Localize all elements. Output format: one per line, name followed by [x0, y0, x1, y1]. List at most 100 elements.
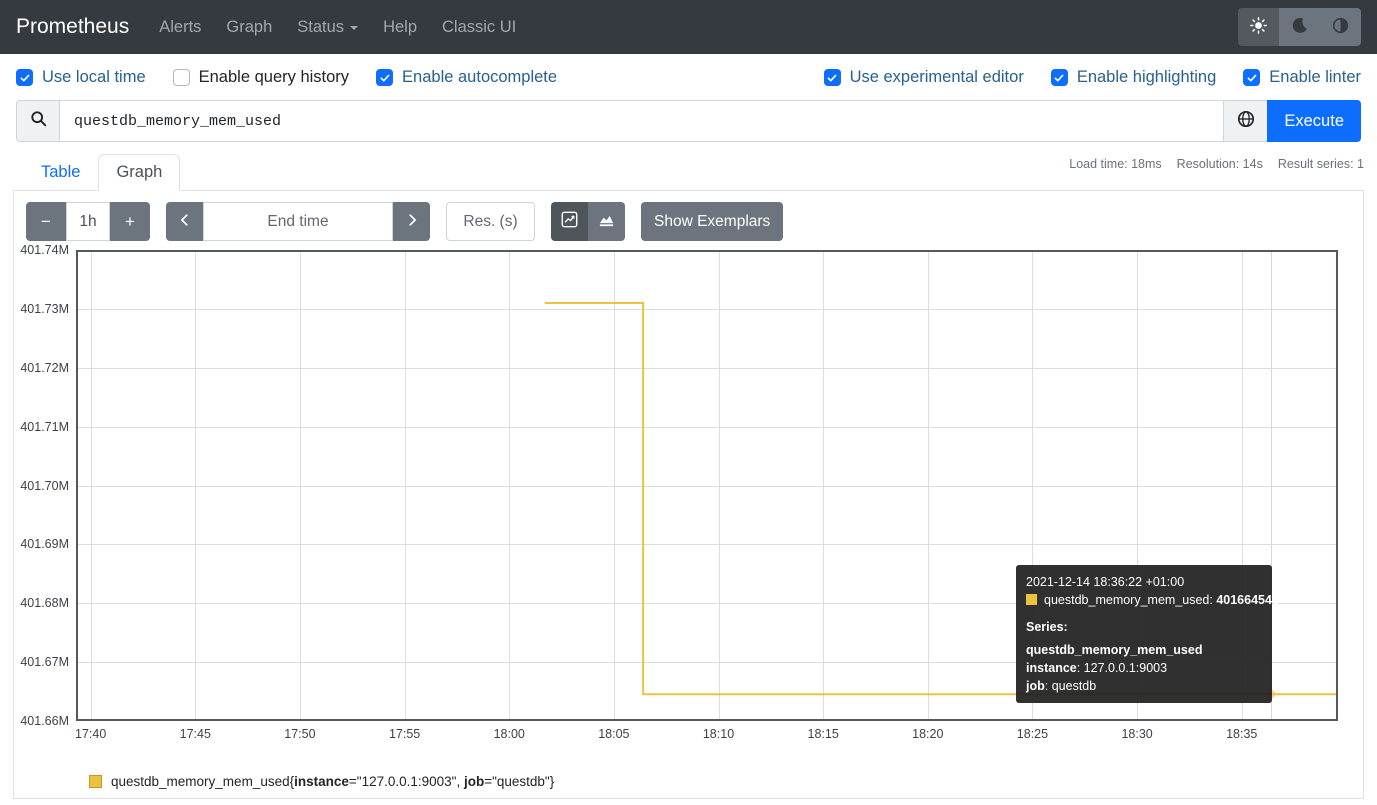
chart-type-toggle	[551, 202, 625, 241]
y-tick-label: 401.66M	[20, 714, 69, 728]
legend-item[interactable]: questdb_memory_mem_used{instance="127.0.…	[89, 774, 1351, 799]
y-tick-label: 401.72M	[20, 361, 69, 375]
nav-item-classic-ui[interactable]: Classic UI	[442, 18, 516, 37]
y-tick-label: 401.68M	[20, 596, 69, 610]
y-tick-label: 401.67M	[20, 655, 69, 669]
y-tick-label: 401.71M	[20, 420, 69, 434]
y-tick-label: 401.70M	[20, 479, 69, 493]
line-chart-button[interactable]	[551, 202, 588, 241]
show-exemplars-button[interactable]: Show Exemplars	[641, 202, 783, 241]
checkbox-label: Enable autocomplete	[402, 68, 557, 87]
moon-icon	[1291, 17, 1308, 37]
x-tick-label: 18:30	[1121, 727, 1152, 741]
settings-row: Use local time Enable query history Enab…	[0, 68, 1377, 87]
circle-half-icon	[1332, 17, 1349, 37]
checkbox-icon	[1243, 69, 1260, 86]
range-control-group: − +	[26, 202, 150, 241]
time-forward-button[interactable]	[393, 202, 430, 241]
x-tick-label: 18:15	[808, 727, 839, 741]
nav-item-alerts[interactable]: Alerts	[159, 18, 201, 37]
settings-right-group: Use experimental editor Enable highlight…	[824, 68, 1361, 87]
tooltip-series-heading: Series:	[1026, 618, 1262, 636]
x-tick-label: 18:10	[703, 727, 734, 741]
y-axis: 401.74M401.73M401.72M401.71M401.70M401.6…	[26, 250, 69, 721]
resolution-stat: Resolution: 14s	[1177, 157, 1263, 190]
decrease-range-button[interactable]: −	[26, 202, 66, 241]
y-tick-label: 401.73M	[20, 302, 69, 316]
x-tick-label: 17:45	[180, 727, 211, 741]
tooltip-series-name: questdb_memory_mem_used	[1026, 641, 1262, 659]
x-tick-label: 17:50	[284, 727, 315, 741]
graph-controls: − + Show Exemplars	[26, 202, 1351, 241]
enable-linter-checkbox[interactable]: Enable linter	[1243, 68, 1361, 87]
enable-query-history-checkbox[interactable]: Enable query history	[173, 68, 349, 87]
theme-toggle-group	[1238, 8, 1361, 46]
sun-icon	[1250, 17, 1267, 37]
enable-autocomplete-checkbox[interactable]: Enable autocomplete	[376, 68, 557, 87]
query-stats: Load time: 18ms Resolution: 14s Result s…	[1069, 157, 1364, 190]
tab-graph[interactable]: Graph	[98, 154, 180, 191]
checkbox-label: Enable linter	[1269, 68, 1361, 87]
globe-icon	[1237, 110, 1255, 133]
checkbox-label: Enable highlighting	[1077, 68, 1216, 87]
prometheus-brand[interactable]: Prometheus	[16, 15, 129, 39]
chevron-down-icon	[350, 26, 358, 30]
metrics-explorer-button[interactable]	[1224, 100, 1267, 142]
load-time-stat: Load time: 18ms	[1069, 157, 1161, 190]
end-time-input[interactable]	[203, 202, 393, 241]
range-input[interactable]	[66, 202, 110, 241]
x-tick-label: 18:20	[912, 727, 943, 741]
search-addon	[16, 100, 59, 142]
query-expression-input[interactable]	[59, 100, 1224, 142]
y-tick-label: 401.69M	[20, 537, 69, 551]
tooltip-label-line: instance: 127.0.0.1:9003	[1026, 659, 1262, 677]
graph-tooltip: 2021-12-14 18:36:22 +01:00 questdb_memor…	[1016, 565, 1272, 703]
graph-panel: − + Show Exemplars 401.74M401.73M401	[13, 191, 1364, 799]
checkbox-label: Use local time	[42, 68, 146, 87]
use-local-time-checkbox[interactable]: Use local time	[16, 68, 146, 87]
settings-left-group: Use local time Enable query history Enab…	[16, 68, 557, 87]
legend-series-label: questdb_memory_mem_used{instance="127.0.…	[111, 774, 554, 789]
enable-highlighting-checkbox[interactable]: Enable highlighting	[1051, 68, 1216, 87]
use-experimental-editor-checkbox[interactable]: Use experimental editor	[824, 68, 1024, 87]
time-back-button[interactable]	[166, 202, 203, 241]
checkbox-label: Use experimental editor	[850, 68, 1024, 87]
nav-item-graph[interactable]: Graph	[226, 18, 272, 37]
increase-range-button[interactable]: +	[110, 202, 150, 241]
resolution-input[interactable]	[446, 202, 535, 241]
tooltip-value-line: questdb_memory_mem_used: 401664545	[1026, 591, 1262, 609]
execute-button[interactable]: Execute	[1267, 100, 1361, 142]
query-input-group: Execute	[16, 100, 1361, 142]
x-axis: 17:4017:4517:5017:5518:0018:0518:1018:15…	[76, 721, 1338, 745]
theme-dark-button[interactable]	[1279, 8, 1320, 46]
checkbox-icon	[824, 69, 841, 86]
result-series-stat: Result series: 1	[1278, 157, 1364, 190]
chevron-left-icon	[178, 212, 192, 232]
chevron-right-icon	[405, 212, 419, 232]
tabs-row: Table Graph Load time: 18ms Resolution: …	[13, 154, 1364, 191]
tab-table[interactable]: Table	[23, 154, 98, 191]
panel-tabs: Table Graph	[23, 154, 180, 190]
checkbox-icon	[173, 69, 190, 86]
x-tick-label: 18:00	[494, 727, 525, 741]
top-navbar: Prometheus Alerts Graph Status Help Clas…	[0, 0, 1377, 54]
area-chart-icon	[598, 211, 615, 233]
line-chart-icon	[561, 211, 578, 233]
x-tick-label: 18:25	[1017, 727, 1048, 741]
tooltip-label-line: job: questdb	[1026, 677, 1262, 695]
checkbox-label: Enable query history	[199, 68, 349, 87]
chart-area: 401.74M401.73M401.72M401.71M401.70M401.6…	[26, 250, 1351, 745]
tooltip-timestamp: 2021-12-14 18:36:22 +01:00	[1026, 573, 1262, 591]
plot-region[interactable]: 2021-12-14 18:36:22 +01:00 questdb_memor…	[76, 250, 1338, 721]
nav-item-help[interactable]: Help	[383, 18, 417, 37]
search-icon	[30, 110, 47, 132]
nav-item-status-dropdown[interactable]: Status	[297, 18, 358, 37]
y-tick-label: 401.74M	[20, 243, 69, 257]
x-tick-label: 18:05	[598, 727, 629, 741]
tooltip-value-text: questdb_memory_mem_used: 401664545	[1044, 593, 1279, 607]
plot-wrap: 401.74M401.73M401.72M401.71M401.70M401.6…	[76, 250, 1338, 721]
stacked-chart-button[interactable]	[588, 202, 625, 241]
theme-light-button[interactable]	[1238, 8, 1279, 46]
theme-auto-button[interactable]	[1320, 8, 1361, 46]
tooltip-labels: instance: 127.0.0.1:9003job: questdb	[1026, 659, 1262, 695]
